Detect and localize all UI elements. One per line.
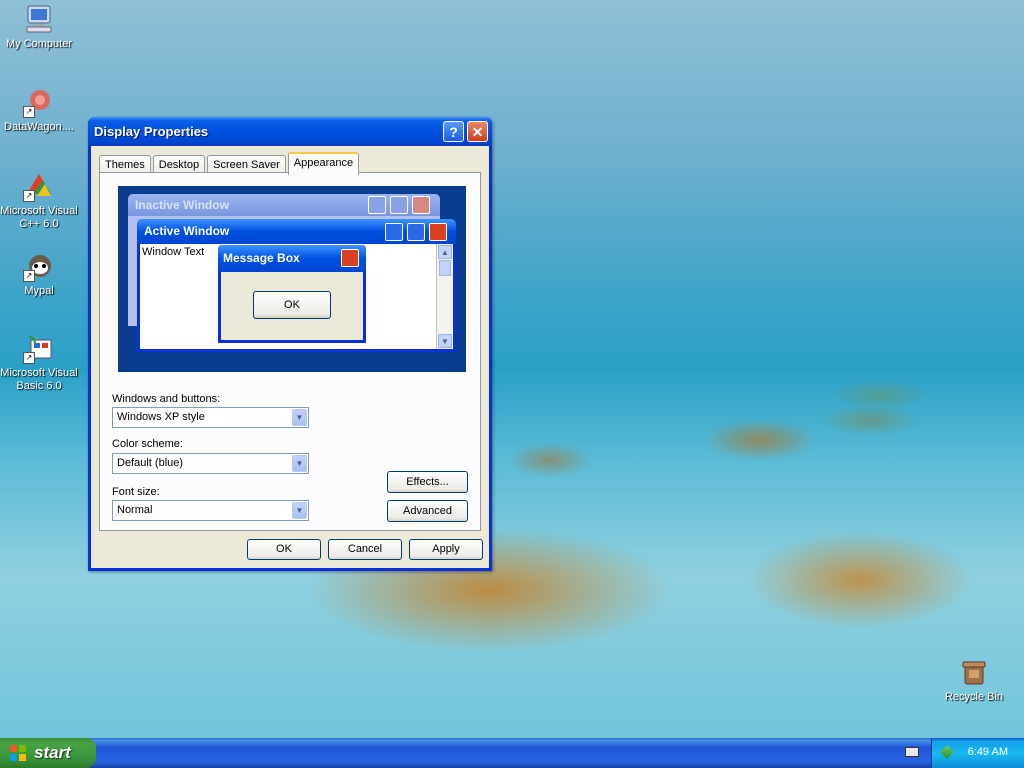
preview-message-box: Message Box OK bbox=[218, 245, 366, 343]
datawagon-icon: ↗ bbox=[23, 86, 55, 118]
preview-inactive-close-icon bbox=[412, 196, 430, 214]
desktop-icon-my-computer[interactable]: My Computer bbox=[0, 3, 78, 51]
shortcut-arrow-icon: ↗ bbox=[23, 352, 35, 364]
windows-buttons-value: Windows XP style bbox=[117, 411, 205, 423]
preview-active-maximize-icon bbox=[407, 223, 425, 241]
desktop-icon-mypal[interactable]: ↗ Mypal bbox=[0, 250, 78, 298]
ok-button[interactable]: OK bbox=[247, 539, 321, 560]
network-icon[interactable] bbox=[940, 745, 954, 759]
recycle-bin-icon bbox=[958, 656, 990, 688]
desktop-icon-label: DataWagon.... bbox=[4, 121, 74, 133]
close-button[interactable]: ✕ bbox=[467, 121, 488, 142]
preview-inactive-minimize-icon bbox=[368, 196, 386, 214]
desktop-icon-visual-basic[interactable]: ↗ Microsoft Visual Basic 6.0 bbox=[0, 332, 78, 393]
title-bar[interactable]: Display Properties ? ✕ bbox=[88, 117, 492, 146]
font-size-select[interactable]: Normal ▼ bbox=[112, 500, 309, 521]
apply-button[interactable]: Apply bbox=[409, 539, 483, 560]
effects-button[interactable]: Effects... bbox=[387, 471, 468, 493]
color-scheme-value: Default (blue) bbox=[117, 457, 184, 469]
scroll-thumb bbox=[439, 260, 451, 276]
desktop-icon-label: Recycle Bin bbox=[944, 691, 1004, 703]
tab-appearance[interactable]: Appearance bbox=[287, 152, 360, 175]
system-tray: 6:49 AM bbox=[931, 738, 1024, 768]
preview-active-close-icon bbox=[429, 223, 447, 241]
chevron-down-icon[interactable]: ▼ bbox=[292, 409, 307, 426]
tab-strip: Themes Desktop Screen Saver Appearance bbox=[99, 152, 361, 175]
window-title: Display Properties bbox=[94, 124, 209, 139]
keyboard-icon[interactable] bbox=[905, 747, 919, 757]
windows-buttons-select[interactable]: Windows XP style ▼ bbox=[112, 407, 309, 428]
font-size-label: Font size: bbox=[112, 486, 160, 498]
mypal-icon: ↗ bbox=[23, 250, 55, 282]
visual-cpp-icon: ↗ bbox=[23, 170, 55, 202]
desktop-icon-label: Microsoft Visual Basic 6.0 bbox=[0, 367, 78, 392]
shortcut-arrow-icon: ↗ bbox=[23, 106, 35, 118]
appearance-panel: Inactive Window Active Window Window Tex… bbox=[99, 172, 481, 531]
color-scheme-label: Color scheme: bbox=[112, 438, 183, 450]
visual-basic-icon: ↗ bbox=[23, 332, 55, 364]
desktop-icon-label: My Computer bbox=[5, 38, 73, 50]
appearance-preview: Inactive Window Active Window Window Tex… bbox=[118, 186, 466, 372]
start-button[interactable]: start bbox=[0, 738, 96, 768]
font-size-value: Normal bbox=[117, 504, 153, 516]
chevron-down-icon[interactable]: ▼ bbox=[292, 455, 307, 472]
taskbar: start 6:49 AM bbox=[0, 738, 1024, 768]
preview-window-text: Window Text bbox=[142, 246, 205, 258]
desktop-icon-recycle-bin[interactable]: Recycle Bin bbox=[935, 656, 1013, 704]
advanced-button[interactable]: Advanced bbox=[387, 500, 468, 522]
preview-message-body: OK bbox=[221, 272, 363, 340]
clock[interactable]: 6:49 AM bbox=[968, 746, 1008, 758]
help-button[interactable]: ? bbox=[443, 121, 464, 142]
shortcut-arrow-icon: ↗ bbox=[23, 270, 35, 282]
preview-ok-button: OK bbox=[253, 291, 331, 319]
preview-message-close-icon bbox=[341, 249, 359, 267]
desktop-icon-label: Mypal bbox=[24, 285, 54, 297]
cancel-button[interactable]: Cancel bbox=[328, 539, 402, 560]
desktop-icon-label: Microsoft Visual C++ 6.0 bbox=[0, 205, 78, 230]
preview-scrollbar: ▲ ▼ bbox=[436, 244, 453, 349]
display-properties-window: Display Properties ? ✕ Themes Desktop Sc… bbox=[88, 117, 492, 571]
color-scheme-select[interactable]: Default (blue) ▼ bbox=[112, 453, 309, 474]
start-label: start bbox=[34, 743, 71, 762]
my-computer-icon bbox=[23, 3, 55, 35]
windows-buttons-label: Windows and buttons: bbox=[112, 393, 221, 405]
preview-active-minimize-icon bbox=[385, 223, 403, 241]
windows-logo-icon bbox=[10, 745, 27, 761]
desktop-icon-visual-cpp[interactable]: ↗ Microsoft Visual C++ 6.0 bbox=[0, 170, 78, 231]
desktop-icon-datawagon[interactable]: ↗ DataWagon.... bbox=[0, 86, 78, 134]
shortcut-arrow-icon: ↗ bbox=[23, 190, 35, 202]
dialog-client: Themes Desktop Screen Saver Appearance I… bbox=[91, 146, 489, 568]
scroll-down-icon: ▼ bbox=[438, 334, 452, 348]
preview-inactive-maximize-icon bbox=[390, 196, 408, 214]
scroll-up-icon: ▲ bbox=[438, 245, 452, 259]
chevron-down-icon[interactable]: ▼ bbox=[292, 502, 307, 519]
